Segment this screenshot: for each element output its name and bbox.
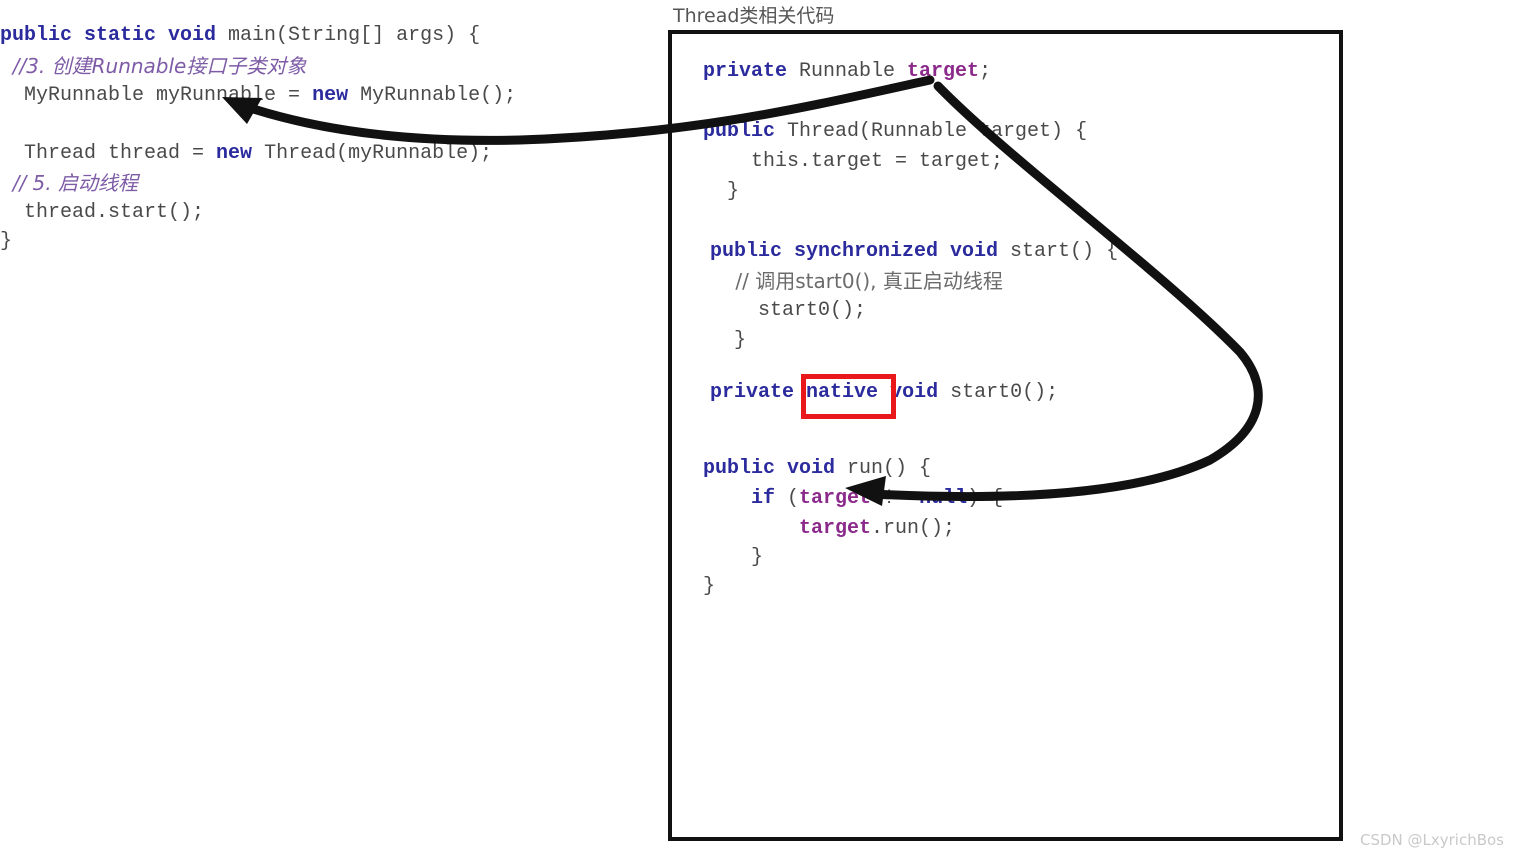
code-token: private (710, 381, 795, 404)
code-line: thread.start(); (0, 203, 204, 223)
code-line: // 调用start0(), 真正启动线程 (710, 269, 1003, 294)
code-token: //3. 创建Runnable接口子类对象 (0, 54, 307, 78)
code-line: public void run() { (703, 459, 931, 479)
code-line: public synchronized void start() { (710, 242, 1118, 262)
code-token: Runnable (787, 60, 908, 83)
code-line: public static void main(String[] args) { (0, 26, 480, 46)
code-token: main(String[] args) { (228, 24, 481, 47)
code-line: } (703, 182, 739, 202)
code-token: Thread thread = (0, 142, 217, 165)
code-token: // 调用start0(), 真正启动线程 (710, 269, 1003, 293)
thread-class-panel-title: Thread类相关代码 (673, 5, 835, 27)
code-token: null (919, 487, 968, 510)
code-token: MyRunnable(); (348, 84, 517, 107)
code-token: .run(); (871, 517, 956, 540)
code-line: this.target = target; (703, 152, 1003, 172)
code-token: } (710, 329, 747, 352)
code-token: public (703, 120, 776, 143)
code-token: target (799, 517, 872, 540)
code-line: //3. 创建Runnable接口子类对象 (0, 54, 307, 79)
code-token: run() { (835, 457, 932, 480)
code-line: start0(); (710, 301, 866, 321)
code-token: } (703, 575, 716, 598)
code-token: thread.start(); (0, 201, 205, 224)
code-token: start() { (998, 240, 1119, 263)
code-token: new (312, 84, 349, 107)
code-token: } (703, 546, 764, 569)
code-token: public static void (0, 24, 229, 47)
code-line: // 5. 启动线程 (0, 173, 138, 196)
code-token: public synchronized void (710, 240, 999, 263)
code-token: // 5. 启动线程 (0, 171, 138, 195)
code-line: MyRunnable myRunnable = new MyRunnable()… (0, 86, 516, 106)
code-line: } (703, 577, 715, 597)
code-token: native (806, 381, 879, 404)
code-line: target.run(); (703, 519, 955, 539)
code-token: public void (703, 457, 836, 480)
code-token: start0(); (710, 299, 867, 322)
code-token: void (890, 381, 939, 404)
diagram-canvas: public static void main(String[] args) {… (0, 0, 1518, 859)
code-token: target (799, 487, 872, 510)
code-line: } (703, 548, 763, 568)
code-token: if (751, 487, 776, 510)
code-token: this.target = target; (703, 150, 1004, 173)
code-line: if (target != null) { (703, 489, 1003, 509)
code-token: } (0, 230, 13, 253)
code-token: != (871, 487, 920, 510)
code-token: target (907, 60, 980, 83)
code-line: public Thread(Runnable target) { (703, 122, 1087, 142)
code-token: ( (775, 487, 800, 510)
code-token: Thread(Runnable target) { (775, 120, 1088, 143)
code-token: Thread(myRunnable); (252, 142, 493, 165)
code-token: private (703, 60, 788, 83)
code-token: start0(); (938, 381, 1059, 404)
code-token: new (216, 142, 253, 165)
code-token: } (703, 180, 740, 203)
code-line: private native void start0(); (710, 383, 1058, 403)
code-token: ; (979, 60, 992, 83)
code-line: } (0, 232, 12, 252)
code-line: private Runnable target; (703, 62, 991, 82)
code-line: } (710, 331, 746, 351)
csdn-watermark: CSDN @LxyrichBos (1359, 831, 1504, 849)
code-token: MyRunnable myRunnable = (0, 84, 313, 107)
code-token: ) { (967, 487, 1004, 510)
code-line: Thread thread = new Thread(myRunnable); (0, 144, 492, 164)
